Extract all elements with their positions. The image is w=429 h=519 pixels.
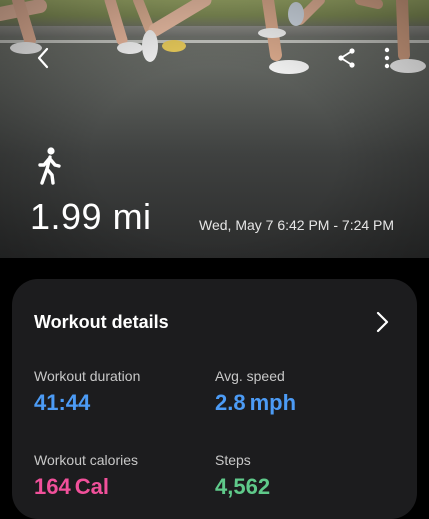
calories-value: 164 Cal <box>34 474 109 500</box>
calories-number: 164 <box>34 474 71 499</box>
calories-unit: Cal <box>74 474 109 499</box>
avg-speed-value: 2.8 mph <box>215 390 296 416</box>
more-vertical-icon <box>384 47 390 69</box>
steps-label: Steps <box>215 452 251 468</box>
card-title: Workout details <box>34 312 169 332</box>
duration-value: 41:44 <box>34 390 90 416</box>
chevron-right-icon[interactable] <box>372 310 392 334</box>
steps-number: 4,562 <box>215 474 271 499</box>
more-options-button[interactable] <box>376 47 398 69</box>
duration-number: 41:44 <box>34 390 91 415</box>
avg-speed-label: Avg. speed <box>215 368 285 384</box>
avg-speed-unit: mph <box>249 390 297 415</box>
back-button[interactable] <box>32 47 54 69</box>
workout-distance: 1.99 mi <box>30 196 152 237</box>
share-button[interactable] <box>336 47 358 69</box>
walking-icon <box>38 147 61 185</box>
workout-details-card[interactable]: Workout details Workout duration 41:44 A… <box>12 279 417 519</box>
back-icon <box>37 47 49 69</box>
share-icon <box>338 48 355 68</box>
avg-speed-number: 2.8 <box>215 390 246 415</box>
steps-value: 4,562 <box>215 474 270 500</box>
duration-label: Workout duration <box>34 368 141 384</box>
workout-date-range: Wed, May 7 6:42 PM - 7:24 PM <box>199 217 395 233</box>
calories-label: Workout calories <box>34 452 139 468</box>
